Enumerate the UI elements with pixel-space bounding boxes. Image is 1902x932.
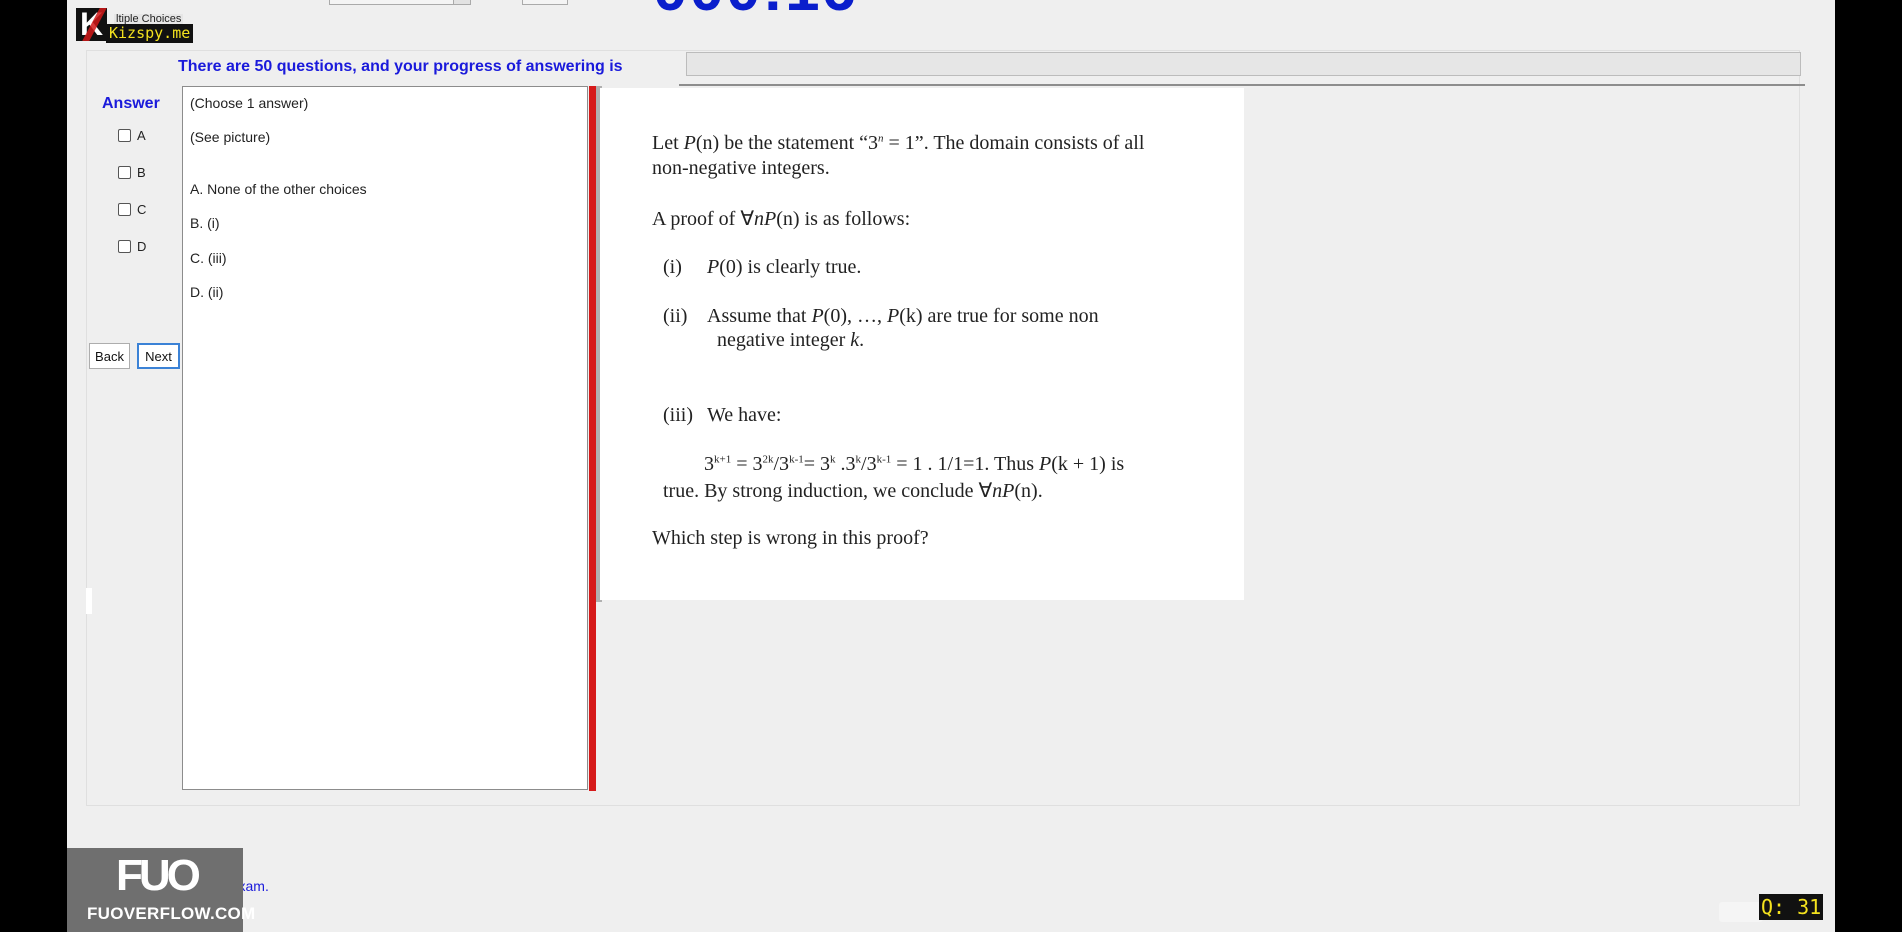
back-button[interactable]: Back bbox=[89, 343, 130, 369]
exam-window: 000:16 ltiple Choices K Kizspy.me There … bbox=[67, 0, 1835, 932]
option-label: C bbox=[137, 201, 147, 217]
kizspy-logo: ltiple Choices K Kizspy.me bbox=[76, 8, 199, 44]
answer-label: Answer bbox=[102, 95, 160, 112]
kizspy-k-icon: K bbox=[76, 8, 107, 41]
step-i-text: P(0) is clearly true. bbox=[707, 256, 862, 278]
option-label: B bbox=[137, 164, 146, 180]
splitter-handle[interactable] bbox=[589, 86, 596, 791]
progress-label: There are 50 questions, and your progres… bbox=[178, 58, 623, 75]
see-picture-text: (See picture) bbox=[190, 129, 271, 145]
countdown-timer: 000:16 bbox=[653, 0, 858, 25]
question-counter: Q: 31 bbox=[1759, 894, 1824, 920]
answer-option-b[interactable]: B bbox=[118, 164, 146, 180]
next-button[interactable]: Next bbox=[137, 343, 180, 369]
scroll-marker bbox=[86, 588, 92, 614]
answer-option-d[interactable]: D bbox=[118, 238, 146, 254]
instruction-text: (Choose 1 answer) bbox=[190, 95, 309, 111]
counter-backdrop bbox=[1719, 902, 1763, 922]
step-iii-number: (iii) bbox=[663, 404, 693, 426]
step-iii-text: We have: bbox=[707, 404, 782, 426]
checkbox[interactable] bbox=[118, 165, 131, 179]
top-spinner[interactable] bbox=[522, 0, 568, 5]
kizspy-tagline: Kizspy.me bbox=[106, 24, 194, 43]
proof-intro: A proof of ∀nP(n) is as follows: bbox=[652, 208, 911, 230]
statement-line-2: non-negative integers. bbox=[652, 157, 830, 179]
fuo-site: FUOVERFLOW.COM bbox=[87, 904, 256, 923]
checkbox[interactable] bbox=[118, 202, 131, 216]
divider bbox=[679, 84, 1805, 86]
picture-question: Which step is wrong in this proof? bbox=[652, 527, 929, 549]
question-text-box: (Choose 1 answer) (See picture) A. None … bbox=[182, 86, 588, 790]
step-ii-text: Assume that P(0), …, P(k) are true for s… bbox=[707, 305, 1099, 327]
progress-bar bbox=[686, 52, 1801, 76]
fuoverflow-watermark: FUO FUOVERFLOW.COM bbox=[67, 848, 255, 932]
answer-option-c[interactable]: C bbox=[118, 201, 146, 217]
question-picture: Let P(n) be the statement “3n = 1”. The … bbox=[600, 88, 1244, 600]
statement-line-1: Let P(n) be the statement “3n = 1”. The … bbox=[652, 132, 1145, 154]
step-i-number: (i) bbox=[663, 256, 682, 278]
step-ii-number: (ii) bbox=[663, 305, 688, 327]
option-label: D bbox=[137, 238, 147, 254]
equation-line: 3k+1 = 32k/3k-1= 3k .3k/3k-1 = 1 . 1/1=1… bbox=[704, 453, 1125, 475]
choice-d: D. (ii) bbox=[190, 284, 224, 300]
chevron-down-icon[interactable] bbox=[453, 0, 470, 4]
step-ii-line-2: negative integer k. bbox=[717, 329, 865, 351]
fuo-logo: FUO bbox=[116, 851, 201, 900]
answer-option-a[interactable]: A bbox=[118, 127, 146, 143]
checkbox[interactable] bbox=[118, 239, 131, 253]
checkbox[interactable] bbox=[118, 128, 131, 142]
choice-a: A. None of the other choices bbox=[190, 181, 367, 197]
top-dropdown[interactable] bbox=[329, 0, 471, 5]
choice-b: B. (i) bbox=[190, 215, 220, 231]
conclusion-line: true. By strong induction, we conclude ∀… bbox=[663, 480, 1043, 502]
choice-c: C. (iii) bbox=[190, 250, 227, 266]
option-label: A bbox=[137, 127, 146, 143]
